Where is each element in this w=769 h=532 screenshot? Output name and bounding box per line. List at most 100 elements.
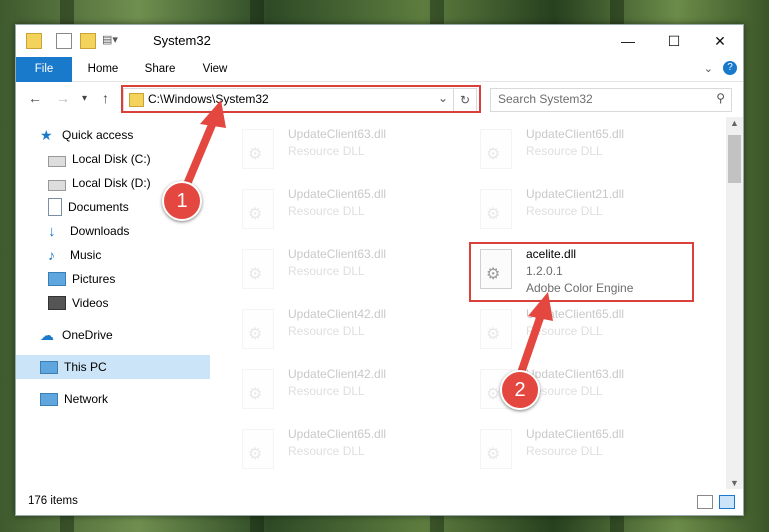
drive-icon bbox=[48, 179, 66, 191]
dll-file-icon: ⚙ bbox=[242, 429, 274, 469]
file-type: Resource DLL bbox=[288, 324, 365, 338]
sidebar-item-videos[interactable]: Videos 📌 bbox=[16, 291, 242, 315]
dll-file-icon: ⚙ bbox=[480, 129, 512, 169]
file-item[interactable]: ⚙ UpdateClient65.dll Resource DLL bbox=[472, 305, 702, 357]
gear-icon: ⚙ bbox=[486, 326, 501, 343]
dll-file-icon: ⚙ bbox=[242, 249, 274, 289]
tab-share[interactable]: Share bbox=[138, 57, 182, 81]
dll-file-icon: ⚙ bbox=[242, 189, 274, 229]
file-item[interactable]: ⚙ UpdateClient21.dll Resource DLL bbox=[472, 185, 702, 237]
sidebar-item-pictures[interactable]: Pictures 📌 bbox=[16, 267, 242, 291]
file-type: Resource DLL bbox=[526, 144, 603, 158]
sidebar-item-downloads[interactable]: ↓ Downloads 📌 bbox=[16, 219, 242, 243]
gear-icon: ⚙ bbox=[486, 386, 501, 403]
search-icon: ⚲ bbox=[716, 91, 725, 105]
sidebar-item-label: This PC bbox=[64, 360, 107, 374]
videos-icon bbox=[48, 296, 66, 310]
window-title: System32 bbox=[153, 33, 211, 48]
file-item[interactable]: ⚙ UpdateClient63.dll Resource DLL bbox=[234, 125, 464, 177]
sidebar-item-label: Downloads bbox=[70, 224, 130, 238]
sidebar-item-onedrive[interactable]: ☁ OneDrive bbox=[16, 323, 234, 347]
sidebar-item-label: Music bbox=[70, 248, 102, 262]
help-icon[interactable]: ? bbox=[723, 61, 737, 75]
tab-home[interactable]: Home bbox=[80, 57, 126, 81]
ribbon: File Home Share View ⌄ ? bbox=[16, 57, 743, 109]
search-placeholder: Search System32 bbox=[498, 92, 593, 106]
scroll-down-icon[interactable]: ▼ bbox=[730, 478, 739, 488]
back-arrow-icon[interactable]: ← bbox=[28, 90, 42, 106]
file-type: Resource DLL bbox=[288, 144, 365, 158]
sidebar-item-quick-access[interactable]: ★ Quick access bbox=[16, 123, 234, 147]
file-type: Resource DLL bbox=[288, 384, 365, 398]
file-item[interactable]: ⚙ UpdateClient63.dll Resource DLL bbox=[234, 245, 464, 297]
maximize-button[interactable]: ☐ bbox=[651, 25, 697, 57]
file-item[interactable]: ⚙ UpdateClient42.dll Resource DLL bbox=[234, 305, 464, 357]
search-input[interactable]: Search System32 ⚲ bbox=[490, 88, 732, 112]
sidebar-item-label: Pictures bbox=[72, 272, 116, 286]
callout-badge-2: 2 bbox=[500, 370, 540, 410]
file-type: Resource DLL bbox=[526, 204, 603, 218]
explorer-window: ▤▾ System32 — ☐ ✕ File Home Share View ⌄… bbox=[15, 24, 744, 516]
folder-icon bbox=[26, 33, 42, 49]
tab-view[interactable]: View bbox=[194, 57, 236, 81]
computer-icon bbox=[40, 360, 58, 374]
navigation-bar: ← → ▾ ↑ C:\Windows\System32 ⌄ ↻ Search S… bbox=[16, 82, 743, 116]
sidebar-item-local-disk-d[interactable]: Local Disk (D:) 📌 bbox=[16, 171, 242, 195]
cloud-icon: ☁ bbox=[40, 327, 54, 343]
file-name: UpdateClient63.dll bbox=[288, 127, 387, 141]
dll-file-icon: ⚙ bbox=[242, 369, 274, 409]
file-type: Resource DLL bbox=[288, 204, 365, 218]
close-button[interactable]: ✕ bbox=[697, 25, 743, 57]
dll-file-icon: ⚙ bbox=[480, 429, 512, 469]
callout-badge-1: 1 bbox=[162, 181, 202, 221]
drive-icon bbox=[48, 155, 66, 167]
vertical-scrollbar[interactable]: ▲ ▼ bbox=[726, 117, 743, 489]
dll-file-icon: ⚙ bbox=[242, 129, 274, 169]
details-view-icon[interactable] bbox=[697, 495, 713, 509]
sidebar-item-label: Network bbox=[64, 392, 109, 406]
properties-icon[interactable] bbox=[56, 33, 72, 49]
navigation-pane: ★ Quick access Local Disk (C:) Local Dis… bbox=[16, 117, 239, 489]
sidebar-item-documents[interactable]: Documents 📌 bbox=[16, 195, 242, 219]
file-name: UpdateClient63.dll bbox=[526, 367, 625, 381]
music-icon: ♪ bbox=[48, 247, 55, 263]
forward-arrow-icon[interactable]: → bbox=[56, 90, 70, 106]
file-name: UpdateClient42.dll bbox=[288, 367, 387, 381]
sidebar-item-this-pc[interactable]: This PC bbox=[16, 355, 234, 379]
file-type: Resource DLL bbox=[288, 264, 365, 278]
sidebar-item-network[interactable]: Network bbox=[16, 387, 234, 411]
network-icon bbox=[40, 392, 58, 406]
sidebar-item-local-disk-c[interactable]: Local Disk (C:) bbox=[16, 147, 242, 171]
item-count: 176 items bbox=[28, 495, 78, 507]
file-item[interactable]: ⚙ UpdateClient65.dll Resource DLL bbox=[234, 185, 464, 237]
sidebar-item-label: Quick access bbox=[62, 128, 134, 142]
sidebar-item-label: OneDrive bbox=[62, 328, 113, 342]
file-item[interactable]: ⚙ UpdateClient42.dll Resource DLL bbox=[234, 365, 464, 417]
scroll-up-icon[interactable]: ▲ bbox=[730, 118, 739, 128]
address-highlight bbox=[121, 85, 481, 113]
file-item[interactable]: ⚙ UpdateClient65.dll Resource DLL bbox=[472, 425, 702, 477]
up-arrow-icon[interactable]: ↑ bbox=[102, 90, 109, 106]
dll-file-icon: ⚙ bbox=[242, 309, 274, 349]
minimize-button[interactable]: — bbox=[605, 25, 651, 57]
file-item[interactable]: ⚙ UpdateClient65.dll Resource DLL bbox=[234, 425, 464, 477]
file-type: Resource DLL bbox=[526, 444, 603, 458]
gear-icon: ⚙ bbox=[486, 146, 501, 163]
new-folder-icon[interactable] bbox=[80, 33, 96, 49]
file-item[interactable]: ⚙ UpdateClient65.dll Resource DLL bbox=[472, 125, 702, 177]
pictures-icon bbox=[48, 272, 66, 286]
recent-dropdown-icon[interactable]: ▾ bbox=[82, 93, 87, 104]
chevron-down-icon[interactable]: ⌄ bbox=[704, 62, 713, 75]
sidebar-item-label: Videos bbox=[72, 296, 109, 310]
scrollbar-thumb[interactable] bbox=[728, 135, 741, 183]
dll-file-icon: ⚙ bbox=[480, 309, 512, 349]
customize-toolbar-icon[interactable]: ▤▾ bbox=[102, 33, 118, 47]
gear-icon: ⚙ bbox=[248, 146, 263, 163]
tiles-view-icon[interactable] bbox=[719, 495, 735, 509]
file-list: ⚙ UpdateClient63.dll Resource DLL ⚙ Upda… bbox=[210, 117, 726, 489]
file-name: UpdateClient65.dll bbox=[526, 127, 625, 141]
file-name: UpdateClient65.dll bbox=[288, 187, 387, 201]
gear-icon: ⚙ bbox=[248, 206, 263, 223]
sidebar-item-music[interactable]: ♪ Music 📌 bbox=[16, 243, 242, 267]
sidebar-item-label: Documents bbox=[68, 200, 129, 214]
